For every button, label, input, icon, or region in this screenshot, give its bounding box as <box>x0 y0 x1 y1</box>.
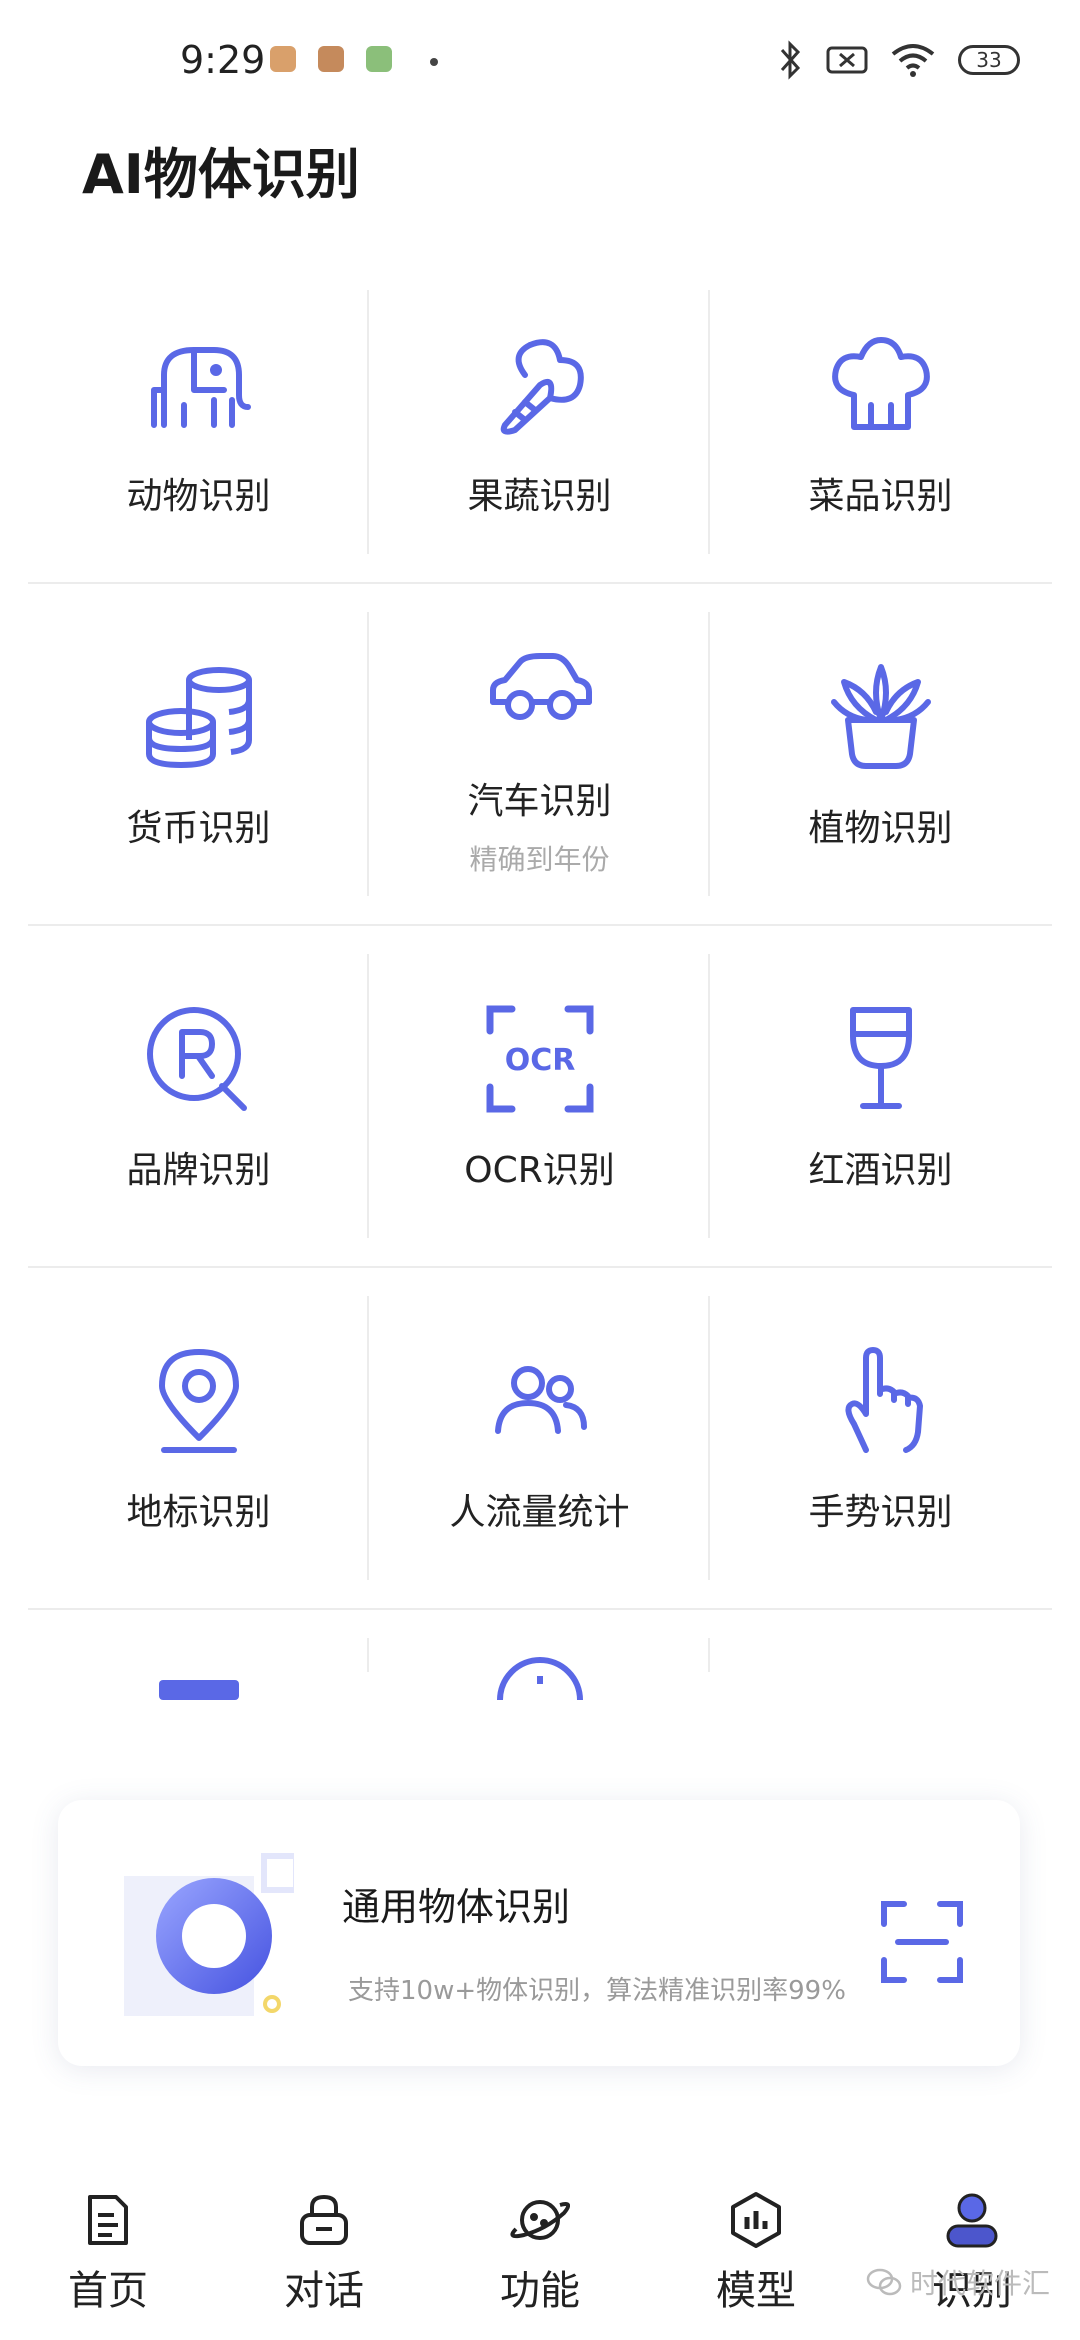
grid-item-partial[interactable] <box>28 1610 369 1700</box>
grid-item-label: 人流量统计 <box>449 1492 630 1533</box>
brand-r-icon <box>139 999 259 1119</box>
wechat-icon <box>866 2268 902 2296</box>
notification-app-icon <box>270 46 296 72</box>
planet-icon <box>510 2190 570 2250</box>
grid-item-label: 货币识别 <box>126 808 271 849</box>
grid-item-label: 品牌识别 <box>126 1150 271 1191</box>
card-title: 通用物体识别 <box>342 1885 571 1929</box>
grid-item-sublabel: 精确到年份 <box>469 843 610 876</box>
grid-item-label: 植物识别 <box>808 808 953 849</box>
notification-app-icon <box>318 46 344 72</box>
grid-item-label: 地标识别 <box>126 1492 271 1533</box>
grid-row: 动物识别 果蔬识别 菜品识别 <box>28 262 1052 584</box>
nav-item-chat[interactable]: 对话 <box>216 2190 432 2340</box>
battery-level: 33 <box>976 48 1002 72</box>
page-title: AI物体识别 <box>82 143 360 206</box>
more-notifications-dot <box>430 58 438 66</box>
notification-app-icon <box>366 46 392 72</box>
chef-hat-icon <box>821 325 941 445</box>
grid-item-landmark[interactable]: 地标识别 <box>28 1268 369 1608</box>
system-status: 33 <box>778 40 1020 80</box>
nav-label: 首页 <box>68 2268 148 2314</box>
grid-item-car[interactable]: 汽车识别 精确到年份 <box>369 584 710 924</box>
grid-row: 货币识别 汽车识别 精确到年份 植物识别 <box>28 584 1052 926</box>
grid-item-crowd[interactable]: 人流量统计 <box>369 1268 710 1608</box>
grid-item-gesture[interactable]: 手势识别 <box>710 1268 1051 1608</box>
status-time: 9:29 <box>180 38 266 82</box>
grid-item-dish[interactable]: 菜品识别 <box>710 262 1051 582</box>
document-icon <box>78 2190 138 2250</box>
watermark-text: 时代软件汇 <box>909 2267 1050 2300</box>
grid-item-currency[interactable]: 货币识别 <box>28 584 369 924</box>
vegetable-icon <box>480 325 600 445</box>
info-icon <box>496 1657 583 1700</box>
grid-item-label: 汽车识别 <box>467 781 612 822</box>
nav-item-features[interactable]: 功能 <box>432 2190 648 2340</box>
hand-pointer-icon <box>821 1341 941 1461</box>
general-recognition-card[interactable]: 通用物体识别 支持10w+物体识别，算法精准识别率99% <box>58 1800 1020 2066</box>
grid-row: 品牌识别 OCR OCR识别 红酒识别 <box>28 926 1052 1268</box>
grid-item-label: OCR识别 <box>464 1150 615 1191</box>
grid-item-empty <box>710 1610 1051 1700</box>
scan-icon[interactable] <box>880 1900 964 1984</box>
grid-item-label: 红酒识别 <box>808 1150 953 1191</box>
car-icon <box>480 630 600 750</box>
nav-label: 模型 <box>716 2268 796 2314</box>
hexagon-chart-icon <box>726 2190 786 2250</box>
potted-plant-icon <box>821 657 941 777</box>
nav-label: 对话 <box>284 2268 364 2314</box>
elephant-icon <box>139 325 259 445</box>
wifi-icon <box>891 44 935 77</box>
watermark: 时代软件汇 <box>866 2262 1050 2302</box>
coins-icon <box>139 657 259 777</box>
grid-item-label: 动物识别 <box>126 476 271 517</box>
nav-item-models[interactable]: 模型 <box>648 2190 864 2340</box>
grid-item-wine[interactable]: 红酒识别 <box>710 926 1051 1266</box>
chat-lock-icon <box>294 2190 354 2250</box>
people-icon <box>480 1341 600 1461</box>
bluetooth-icon <box>780 40 801 80</box>
grid-item-vegetable[interactable]: 果蔬识别 <box>369 262 710 582</box>
notification-icons <box>270 46 392 72</box>
svg-text:OCR: OCR <box>504 1043 575 1078</box>
status-bar: 9:29 33 <box>0 0 1080 120</box>
grid-item-label: 果蔬识别 <box>467 476 612 517</box>
grid-row-partial <box>28 1610 1052 1700</box>
location-pin-icon <box>139 1341 259 1461</box>
nav-label: 功能 <box>500 2268 580 2314</box>
grid-item-label: 手势识别 <box>808 1492 953 1533</box>
recognition-ring-illustration <box>124 1853 294 2016</box>
nav-item-home[interactable]: 首页 <box>0 2190 216 2340</box>
grid-item-ocr[interactable]: OCR OCR识别 <box>369 926 710 1266</box>
recognition-grid: 动物识别 果蔬识别 菜品识别 货币识别 汽车识别 精确到年份 植物识别 品牌识别… <box>28 262 1052 1700</box>
grid-item-brand[interactable]: 品牌识别 <box>28 926 369 1266</box>
grid-item-partial[interactable] <box>369 1610 710 1700</box>
user-icon <box>942 2190 1002 2250</box>
grid-item-plant[interactable]: 植物识别 <box>710 584 1051 924</box>
partial-icon <box>158 1680 239 1700</box>
signal-off-icon <box>826 46 868 74</box>
battery-indicator: 33 <box>958 45 1020 75</box>
wine-glass-icon <box>821 999 941 1119</box>
card-subtitle: 支持10w+物体识别，算法精准识别率99% <box>348 1976 846 2006</box>
grid-item-animal[interactable]: 动物识别 <box>28 262 369 582</box>
ocr-icon: OCR <box>480 999 600 1119</box>
grid-row: 地标识别 人流量统计 手势识别 <box>28 1268 1052 1610</box>
grid-item-label: 菜品识别 <box>808 476 953 517</box>
